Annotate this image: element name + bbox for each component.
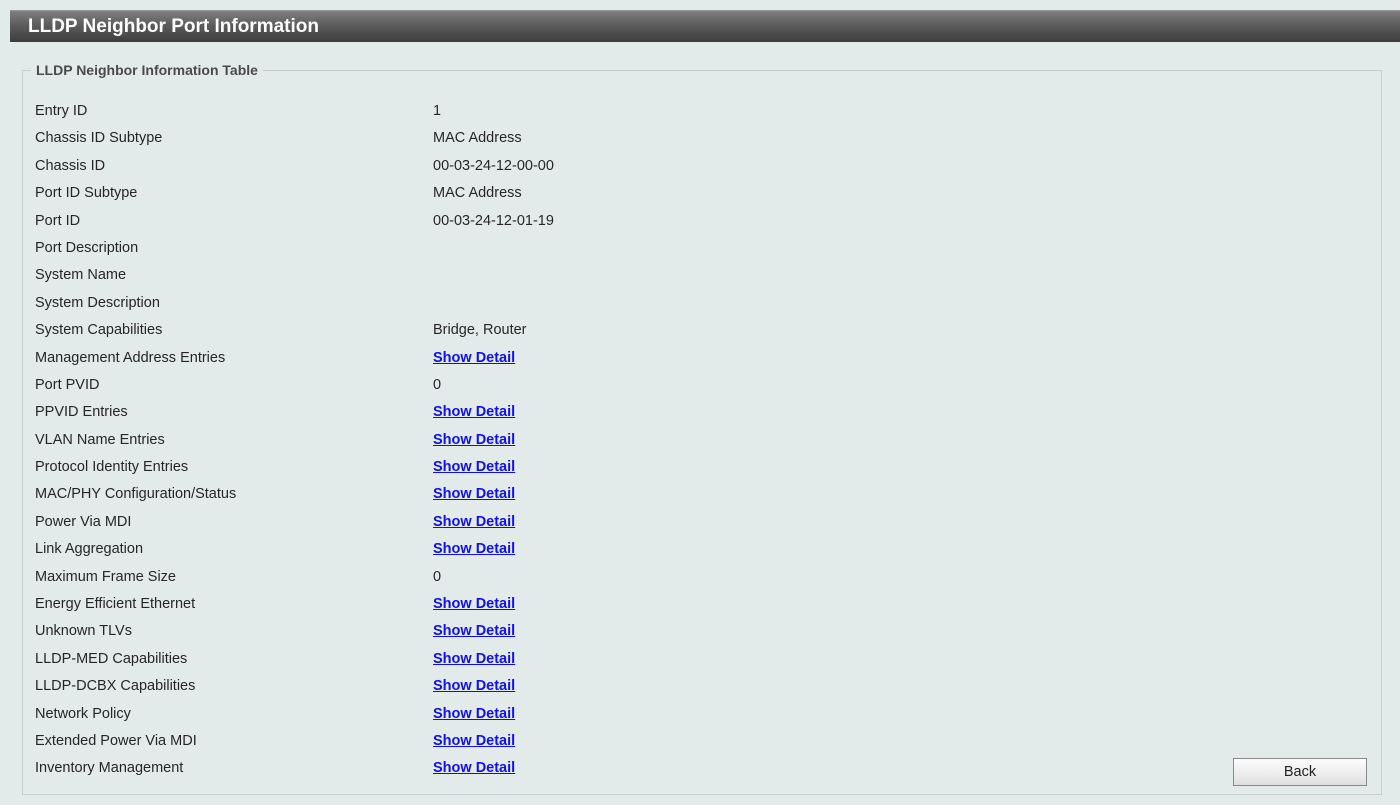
- table-row: System Name: [35, 267, 635, 294]
- row-label: Unknown TLVs: [35, 623, 132, 640]
- row-label: Port ID Subtype: [35, 185, 138, 202]
- row-label: Network Policy: [35, 705, 131, 722]
- show-detail-link[interactable]: Show Detail: [433, 432, 515, 448]
- row-label: Inventory Management: [35, 760, 184, 777]
- row-value: Bridge, Router: [433, 322, 527, 339]
- row-label: Protocol Identity Entries: [35, 459, 189, 476]
- row-value: MAC Address: [433, 130, 522, 147]
- show-detail-link[interactable]: Show Detail: [433, 733, 515, 749]
- row-label: Port PVID: [35, 376, 100, 393]
- table-row: System Description: [35, 295, 635, 322]
- show-detail-link[interactable]: Show Detail: [433, 596, 515, 612]
- row-value: 0: [433, 568, 442, 585]
- row-label: PPVID Entries: [35, 404, 128, 421]
- show-detail-link[interactable]: Show Detail: [433, 459, 515, 475]
- row-label: LLDP-DCBX Capabilities: [35, 678, 196, 695]
- page-title: LLDP Neighbor Port Information: [28, 16, 319, 37]
- row-label: Management Address Entries: [35, 349, 226, 366]
- show-detail-link[interactable]: Show Detail: [433, 404, 515, 420]
- table-row: Port PVID 0: [35, 377, 635, 404]
- show-detail-link[interactable]: Show Detail: [433, 541, 515, 557]
- row-label: Maximum Frame Size: [35, 568, 176, 585]
- row-label: Power Via MDI: [35, 513, 132, 530]
- row-label: System Description: [35, 294, 160, 311]
- show-detail-link[interactable]: Show Detail: [433, 706, 515, 722]
- neighbor-info-table: Entry ID 1 Chassis ID Subtype MAC Address Ch…: [35, 103, 635, 788]
- table-row: PPVID Entries Show Detail: [35, 404, 635, 431]
- show-detail-link[interactable]: Show Detail: [433, 514, 515, 530]
- table-row: Management Address Entries Show Detail: [35, 350, 635, 377]
- back-button[interactable]: Back: [1233, 758, 1367, 786]
- row-value: 00-03-24-12-00-00: [433, 157, 554, 174]
- row-label: Extended Power Via MDI: [35, 732, 197, 749]
- show-detail-link[interactable]: Show Detail: [433, 350, 515, 366]
- table-row: Port ID 00-03-24-12-01-19: [35, 213, 635, 240]
- row-value: 0: [433, 376, 442, 393]
- table-row: Inventory Management Show Detail: [35, 760, 635, 787]
- table-row: LLDP-MED Capabilities Show Detail: [35, 651, 635, 678]
- table-row: Chassis ID Subtype MAC Address: [35, 130, 635, 157]
- table-row: LLDP-DCBX Capabilities Show Detail: [35, 678, 635, 705]
- table-row: Energy Efficient Ethernet Show Detail: [35, 596, 635, 623]
- table-row: System Capabilities Bridge, Router: [35, 322, 635, 349]
- table-row: Port Description: [35, 240, 635, 267]
- row-label: VLAN Name Entries: [35, 431, 165, 448]
- show-detail-link[interactable]: Show Detail: [433, 760, 515, 776]
- row-label: Chassis ID: [35, 157, 106, 174]
- show-detail-link[interactable]: Show Detail: [433, 678, 515, 694]
- table-row: MAC/PHY Configuration/Status Show Detail: [35, 486, 635, 513]
- table-row: Power Via MDI Show Detail: [35, 514, 635, 541]
- table-row: Port ID Subtype MAC Address: [35, 185, 635, 212]
- table-row: Protocol Identity Entries Show Detail: [35, 459, 635, 486]
- row-label: Port ID: [35, 212, 81, 229]
- row-value: 1: [433, 103, 442, 119]
- table-row: Unknown TLVs Show Detail: [35, 623, 635, 650]
- table-row: Chassis ID 00-03-24-12-00-00: [35, 158, 635, 185]
- lldp-neighbor-page: LLDP Neighbor Port Information LLDP Neig…: [0, 0, 1400, 805]
- row-label: Chassis ID Subtype: [35, 130, 163, 147]
- show-detail-link[interactable]: Show Detail: [433, 623, 515, 639]
- table-row: Link Aggregation Show Detail: [35, 541, 635, 568]
- row-value: MAC Address: [433, 185, 522, 202]
- content-panel: LLDP Neighbor Information Table Entry ID…: [10, 42, 1400, 805]
- table-row: Extended Power Via MDI Show Detail: [35, 733, 635, 760]
- row-label: Energy Efficient Ethernet: [35, 596, 196, 613]
- section-title: LLDP Neighbor Information Table: [36, 62, 258, 78]
- row-label: Entry ID: [35, 103, 88, 119]
- row-label: Port Description: [35, 239, 139, 256]
- title-bar: LLDP Neighbor Port Information: [10, 10, 1400, 42]
- show-detail-link[interactable]: Show Detail: [433, 651, 515, 667]
- row-label: System Name: [35, 267, 127, 284]
- row-label: Link Aggregation: [35, 541, 144, 558]
- row-label: MAC/PHY Configuration/Status: [35, 486, 237, 503]
- show-detail-link[interactable]: Show Detail: [433, 486, 515, 502]
- row-value: 00-03-24-12-01-19: [433, 212, 554, 229]
- row-label: LLDP-MED Capabilities: [35, 650, 188, 667]
- table-row: Network Policy Show Detail: [35, 706, 635, 733]
- table-row: Maximum Frame Size 0: [35, 569, 635, 596]
- table-row: Entry ID 1: [35, 103, 635, 130]
- row-label: System Capabilities: [35, 322, 163, 339]
- table-row: VLAN Name Entries Show Detail: [35, 432, 635, 459]
